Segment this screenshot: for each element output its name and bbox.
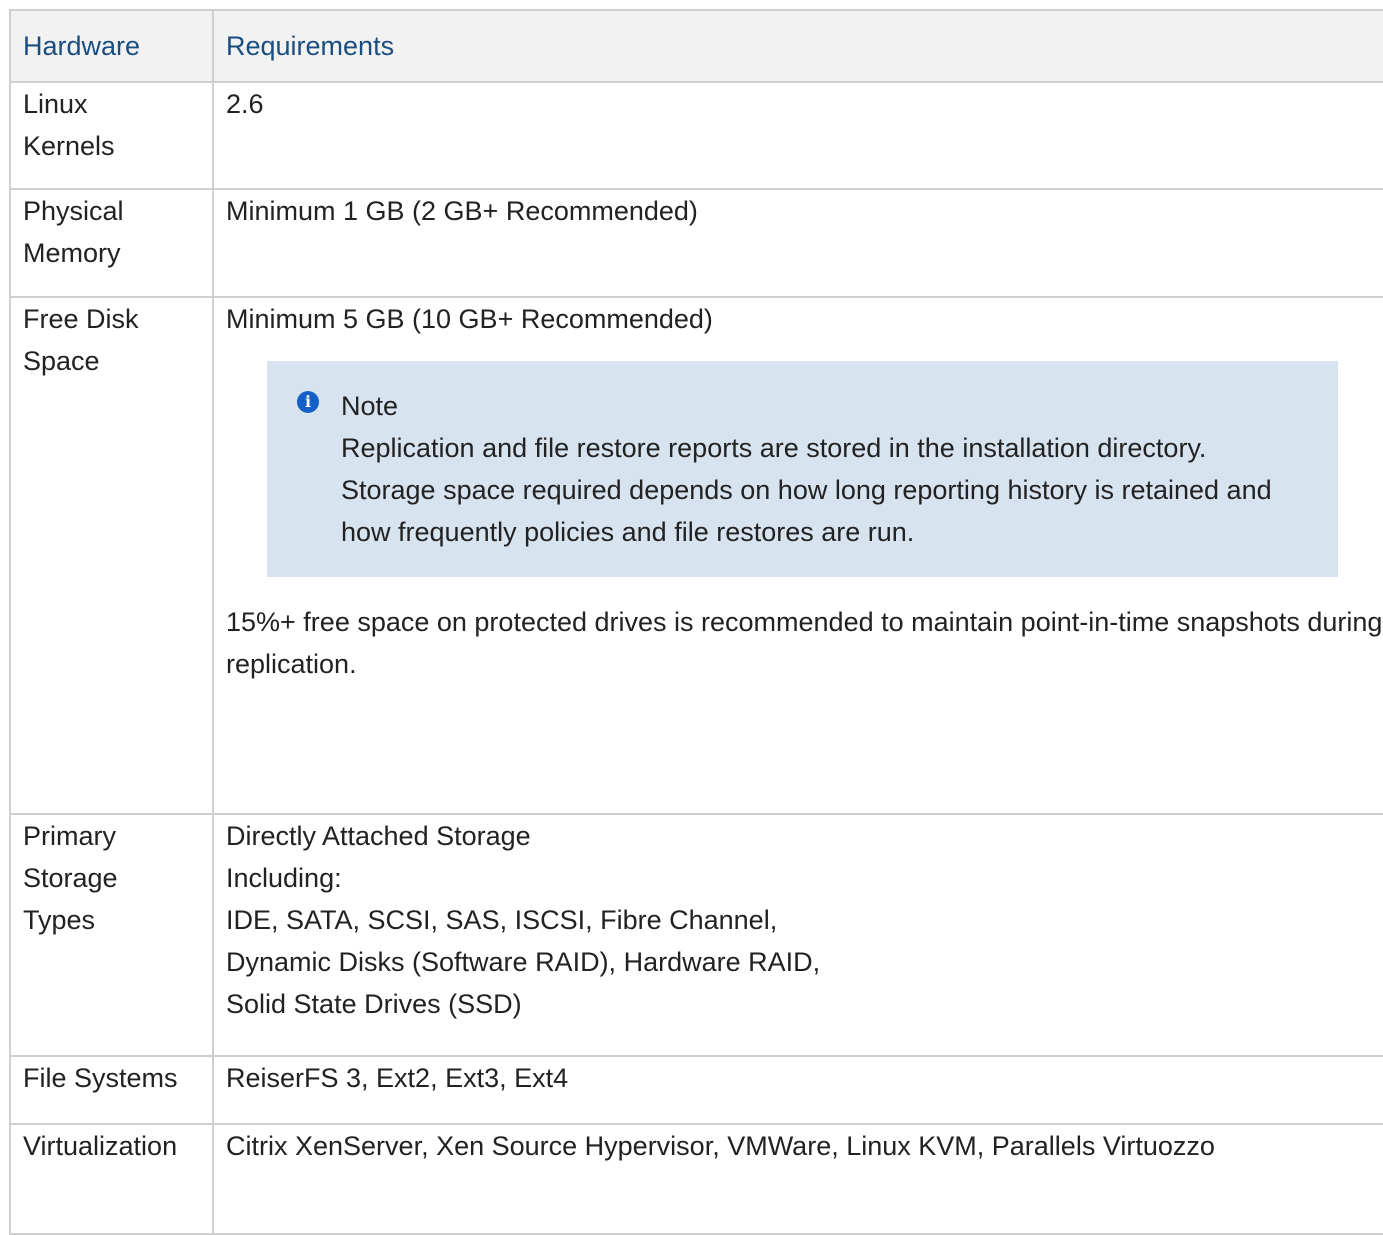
- row-value-primary-storage-types: Directly Attached Storage Including: IDE…: [212, 813, 1383, 1057]
- row-label-file-systems: File Systems: [9, 1055, 214, 1125]
- row-label-physical-memory: Physical Memory: [9, 188, 214, 298]
- row-label-line: Primary: [23, 821, 116, 851]
- row-label-primary-storage-types: Primary Storage Types: [9, 813, 214, 1057]
- storage-line: Dynamic Disks (Software RAID), Hardware …: [226, 947, 821, 977]
- row-label-line: Types: [23, 905, 96, 935]
- table-row-linux-kernels: Linux Kernels 2.6: [9, 81, 1383, 190]
- row-value-physical-memory: Minimum 1 GB (2 GB+ Recommended): [212, 188, 1383, 298]
- note-box: i Note Replication and file restore repo…: [267, 361, 1338, 577]
- row-label-line: Free Disk: [23, 304, 139, 334]
- row-label-line: Physical: [23, 196, 124, 226]
- table-header-row: Hardware Requirements: [9, 9, 1383, 83]
- row-value-file-systems: ReiserFS 3, Ext2, Ext3, Ext4: [212, 1055, 1383, 1125]
- table-row-free-disk-space: Free Disk Space Minimum 5 GB (10 GB+ Rec…: [9, 296, 1383, 815]
- row-value-linux-kernels: 2.6: [212, 81, 1383, 190]
- row-label-line: Linux: [23, 89, 88, 119]
- table-row-virtualization: Virtualization Citrix XenServer, Xen Sou…: [9, 1123, 1383, 1235]
- free-disk-space-minimum: Minimum 5 GB (10 GB+ Recommended): [226, 304, 713, 334]
- storage-line: Directly Attached Storage: [226, 821, 531, 851]
- note-text: Replication and file restore reports are…: [341, 433, 1272, 547]
- row-label-virtualization: Virtualization: [9, 1123, 214, 1235]
- storage-line: Solid State Drives (SSD): [226, 989, 522, 1019]
- header-hardware: Hardware: [9, 9, 214, 83]
- row-label-line: Kernels: [23, 131, 115, 161]
- note-body: Note Replication and file restore report…: [341, 385, 1298, 553]
- row-label-line: Storage: [23, 863, 118, 893]
- storage-line: IDE, SATA, SCSI, SAS, ISCSI, Fibre Chann…: [226, 905, 778, 935]
- info-icon: i: [297, 391, 319, 413]
- table-row-file-systems: File Systems ReiserFS 3, Ext2, Ext3, Ext…: [9, 1055, 1383, 1125]
- free-disk-space-extra: 15%+ free space on protected drives is r…: [226, 607, 1383, 679]
- row-label-line: Space: [23, 346, 100, 376]
- table-row-primary-storage-types: Primary Storage Types Directly Attached …: [9, 813, 1383, 1057]
- note-title: Note: [341, 391, 399, 421]
- row-label-free-disk-space: Free Disk Space: [9, 296, 214, 815]
- row-label-linux-kernels: Linux Kernels: [9, 81, 214, 190]
- requirements-table: Hardware Requirements Linux Kernels 2.6 …: [9, 9, 1383, 1235]
- row-value-free-disk-space: Minimum 5 GB (10 GB+ Recommended) i Note…: [212, 296, 1383, 815]
- row-label-line: Memory: [23, 238, 121, 268]
- storage-line: Including:: [226, 863, 342, 893]
- row-value-virtualization: Citrix XenServer, Xen Source Hypervisor,…: [212, 1123, 1383, 1235]
- header-requirements: Requirements: [212, 9, 1383, 83]
- table-row-physical-memory: Physical Memory Minimum 1 GB (2 GB+ Reco…: [9, 188, 1383, 298]
